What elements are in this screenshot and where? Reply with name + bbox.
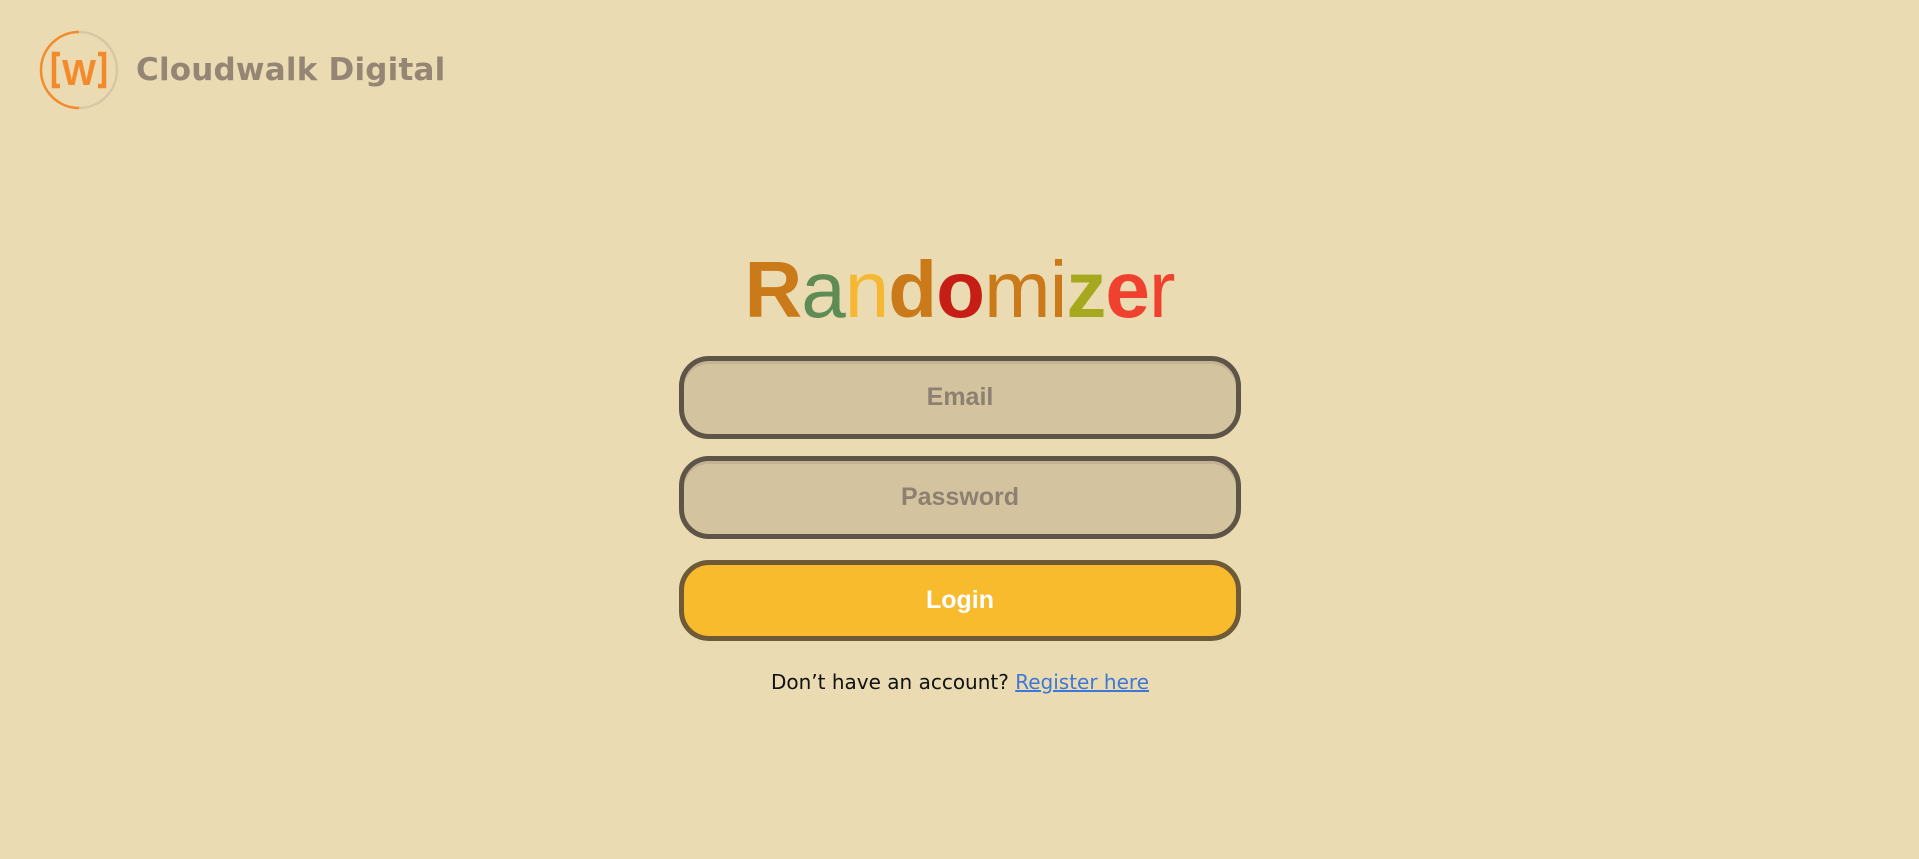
- title-letter: a: [801, 245, 845, 334]
- password-input[interactable]: [679, 456, 1241, 539]
- register-row: Don’t have an account? Register here: [679, 670, 1241, 694]
- title-letter: e: [1105, 245, 1149, 334]
- title-letter: d: [888, 245, 937, 334]
- logo-letter: W: [62, 52, 96, 93]
- email-input[interactable]: [679, 356, 1241, 439]
- login-form: Login Don’t have an account? Register he…: [679, 356, 1241, 694]
- login-page: W Cloudwalk Digital Randomizer Login Don…: [0, 0, 1919, 859]
- register-prompt: Don’t have an account?: [770, 670, 1009, 694]
- brand-header[interactable]: W Cloudwalk Digital: [38, 29, 445, 111]
- title-letter: R: [744, 245, 802, 334]
- title-letter: m: [983, 245, 1051, 334]
- title-letter: i: [1049, 245, 1068, 334]
- title-letter: n: [844, 245, 889, 334]
- brand-name: Cloudwalk Digital: [136, 52, 446, 88]
- login-button[interactable]: Login: [679, 560, 1241, 641]
- title-letter: z: [1066, 245, 1106, 334]
- title-letter: r: [1148, 245, 1176, 334]
- cloudwalk-w-logo-icon: W: [39, 30, 119, 110]
- app-title: Randomizer: [0, 250, 1919, 330]
- title-letter: o: [936, 245, 985, 334]
- register-link[interactable]: Register here: [1015, 670, 1149, 694]
